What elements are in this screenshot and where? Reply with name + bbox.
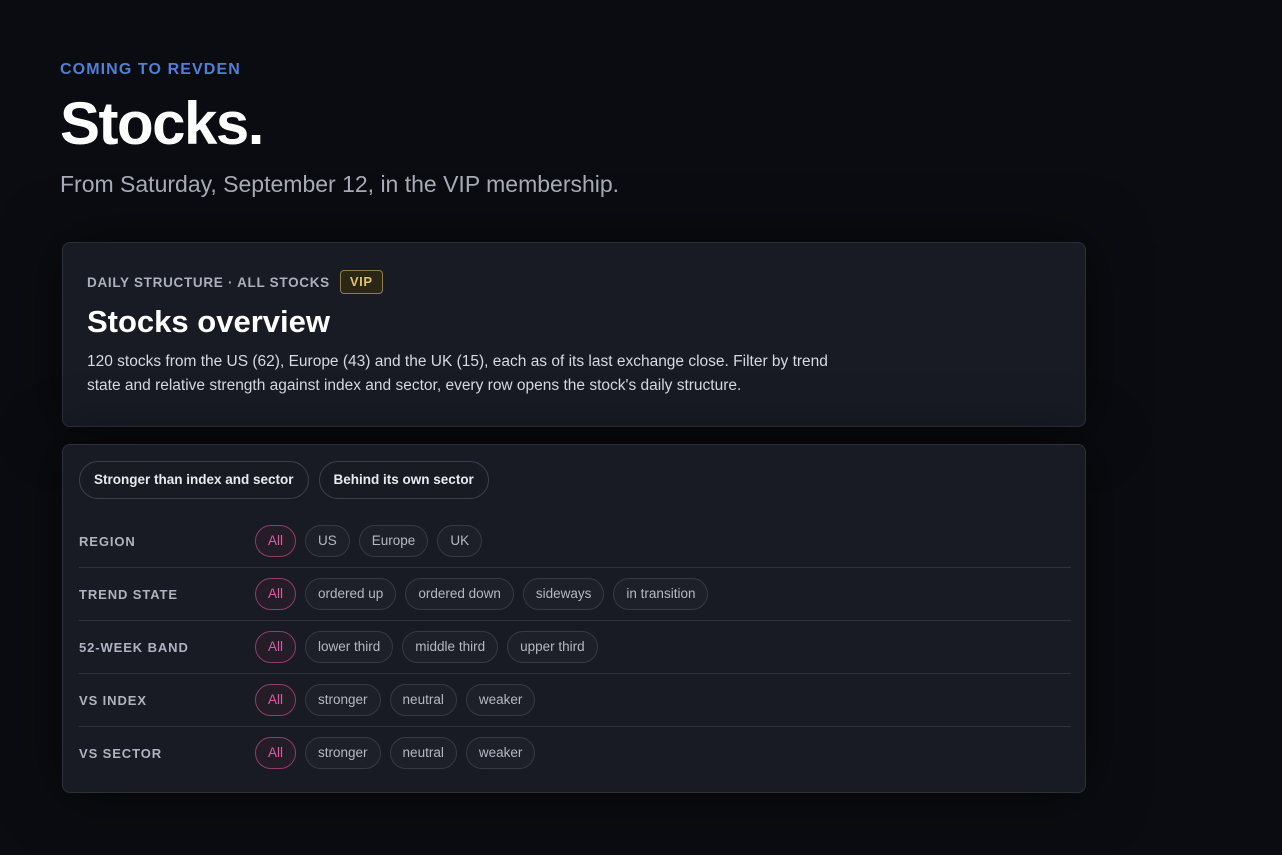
filter-label-trend-state: TREND STATE [79,586,178,602]
band-chip-all[interactable]: All [255,631,297,663]
preset-filters: Stronger than index and sector Behind it… [79,461,489,499]
trend-chip-sideways[interactable]: sideways [522,578,605,610]
filter-label-52-week-band: 52-WEEK BAND [79,639,189,655]
overview-description: 120 stocks from the US (62), Europe (43)… [87,353,828,394]
region-chip-us[interactable]: US [305,525,350,557]
region-chip-europe[interactable]: Europe [358,525,429,557]
page-subtitle: From Saturday, September 12, in the VIP … [60,171,620,197]
overview-kicker: DAILY STRUCTURE · ALL STOCKS VIP [87,270,383,294]
index-chip-stronger[interactable]: stronger [305,684,381,716]
band-chip-lower-third[interactable]: lower third [305,631,394,663]
vip-badge: VIP [339,270,383,294]
trend-state-chips: All ordered up ordered down sideways in … [255,578,709,610]
band-chip-upper-third[interactable]: upper third [507,631,598,663]
filter-row-vs-sector: VS SECTOR All stronger neutral weaker [79,727,1071,779]
52-week-band-chips: All lower third middle third upper third [255,631,598,663]
index-chip-all[interactable]: All [255,684,297,716]
sector-chip-stronger[interactable]: stronger [305,737,381,769]
region-chip-all[interactable]: All [255,525,297,557]
trend-chip-ordered-down[interactable]: ordered down [405,578,514,610]
overview-title: Stocks overview [87,304,330,339]
overview-kicker-text: DAILY STRUCTURE · ALL STOCKS [87,274,330,290]
index-chip-weaker[interactable]: weaker [465,684,536,716]
preset-behind-own-sector[interactable]: Behind its own sector [318,461,489,499]
filter-label-vs-sector: VS SECTOR [79,745,162,761]
vs-index-chips: All stronger neutral weaker [255,684,536,716]
filter-label-vs-index: VS INDEX [79,692,147,708]
trend-chip-in-transition[interactable]: in transition [613,578,709,610]
overview-card: DAILY STRUCTURE · ALL STOCKS VIP Stocks … [62,242,1086,427]
filter-row-vs-index: VS INDEX All stronger neutral weaker [79,674,1071,727]
trend-chip-ordered-up[interactable]: ordered up [305,578,397,610]
page-title: Stocks. [60,90,264,157]
sector-chip-neutral[interactable]: neutral [389,737,457,769]
index-chip-neutral[interactable]: neutral [389,684,457,716]
filters-card: Stronger than index and sector Behind it… [62,444,1086,793]
filter-label-region: REGION [79,533,136,549]
filter-row-region: REGION All US Europe UK [79,515,1071,568]
filter-row-trend-state: TREND STATE All ordered up ordered down … [79,568,1071,621]
region-chips: All US Europe UK [255,525,483,557]
filter-rows: REGION All US Europe UK TREND STATE All … [79,515,1071,779]
coming-soon-eyebrow: COMING TO REVDEN [60,61,241,78]
sector-chip-weaker[interactable]: weaker [465,737,536,769]
sector-chip-all[interactable]: All [255,737,297,769]
filter-row-52-week-band: 52-WEEK BAND All lower third middle thir… [79,621,1071,674]
trend-chip-all[interactable]: All [255,578,297,610]
band-chip-middle-third[interactable]: middle third [402,631,499,663]
vs-sector-chips: All stronger neutral weaker [255,737,536,769]
region-chip-uk[interactable]: UK [437,525,483,557]
preset-stronger-than-index-and-sector[interactable]: Stronger than index and sector [79,461,309,499]
